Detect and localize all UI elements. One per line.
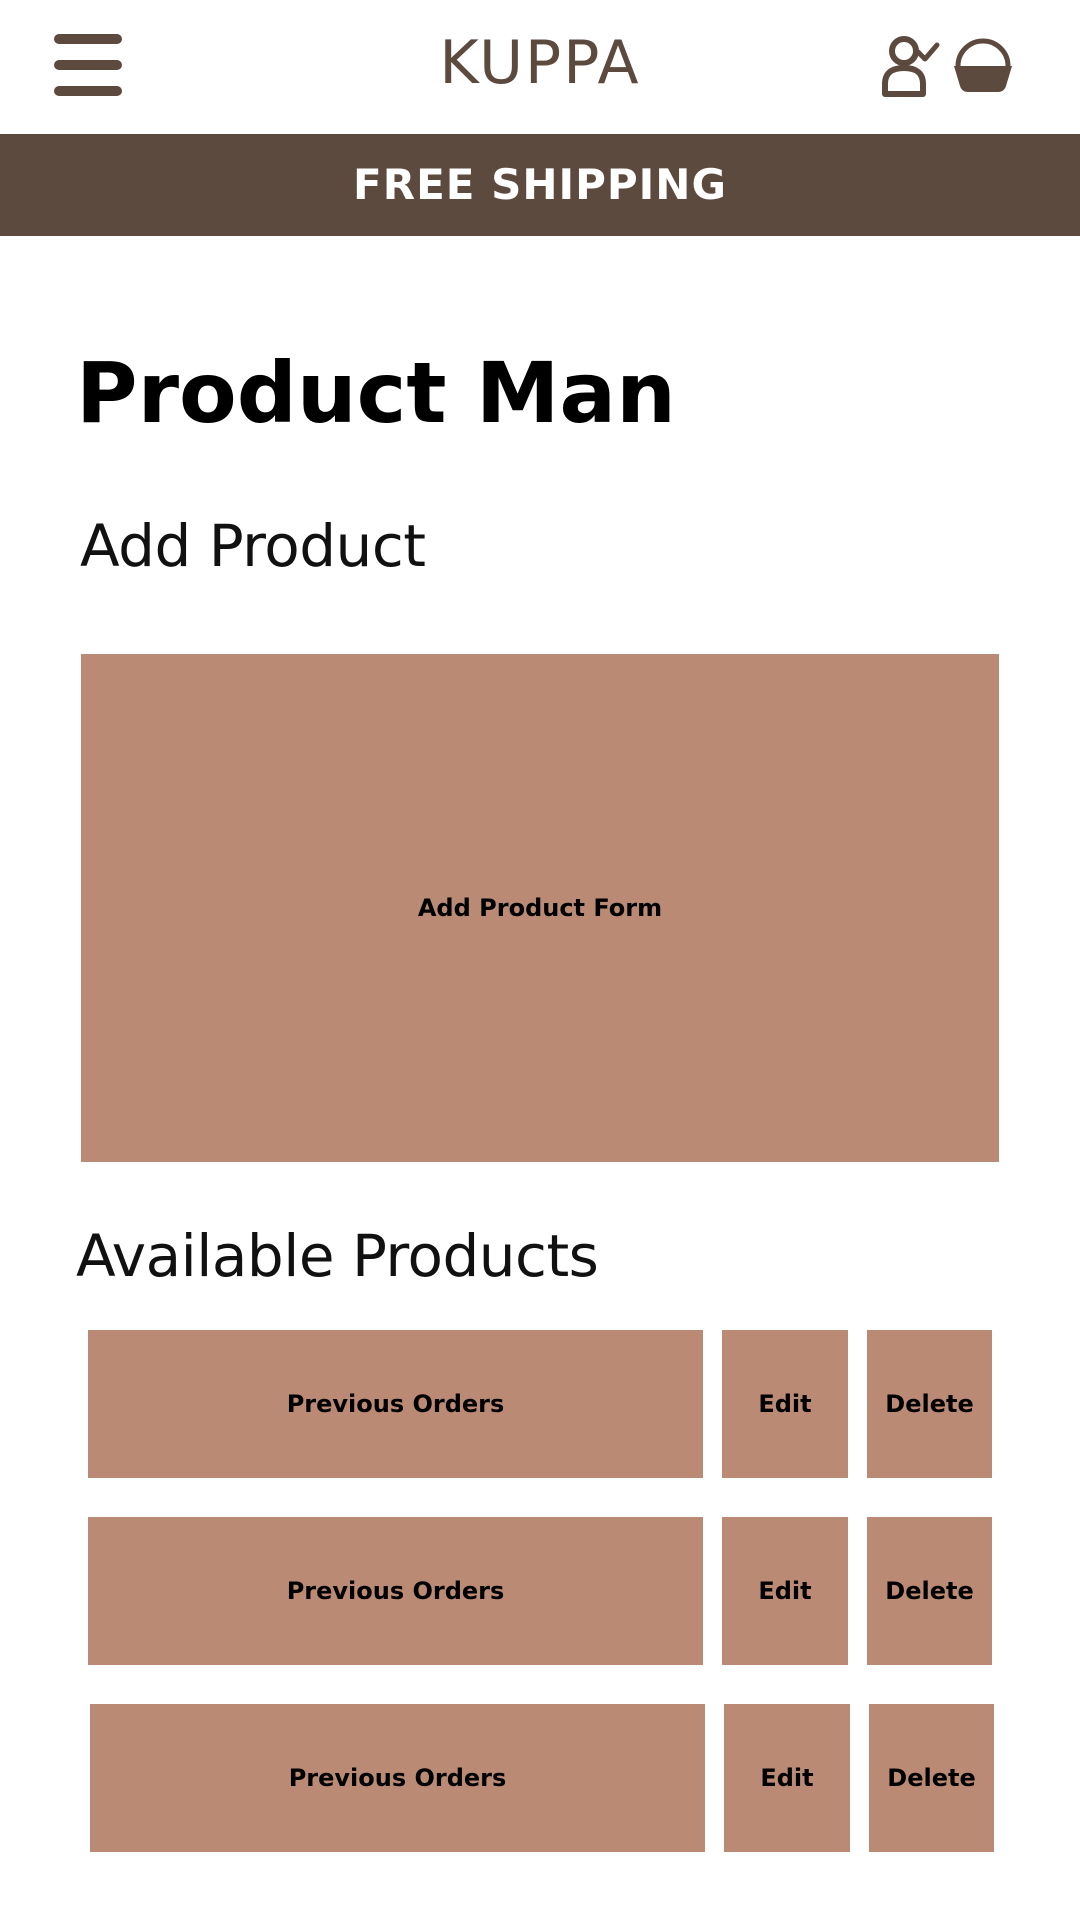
hamburger-menu-icon[interactable] [54, 34, 122, 96]
shipping-banner-text: FREE SHIPPING [353, 160, 727, 209]
add-product-form-label: Add Product Form [417, 894, 663, 922]
shipping-banner: FREE SHIPPING [0, 134, 1080, 236]
top-header: KUPPA [0, 0, 1080, 134]
user-check-icon[interactable] [880, 34, 940, 98]
delete-button[interactable]: Delete [869, 1704, 994, 1852]
edit-button[interactable]: Edit [724, 1704, 850, 1852]
basket-icon[interactable] [952, 34, 1014, 96]
page-title: Product Man [76, 344, 676, 442]
previous-orders-button[interactable]: Previous Orders [90, 1704, 705, 1852]
previous-orders-button[interactable]: Previous Orders [88, 1517, 703, 1665]
product-management-page: KUPPA FREE SHIPPING Product Man Add Prod… [0, 0, 1080, 1920]
previous-orders-button[interactable]: Previous Orders [88, 1330, 703, 1478]
brand-logo[interactable]: KUPPA [340, 28, 740, 98]
edit-button[interactable]: Edit [722, 1330, 848, 1478]
add-product-form[interactable]: Add Product Form [81, 654, 999, 1162]
edit-button[interactable]: Edit [722, 1517, 848, 1665]
menu-bar [54, 34, 122, 44]
available-products-heading: Available Products [76, 1222, 599, 1290]
delete-button[interactable]: Delete [867, 1330, 992, 1478]
add-product-heading: Add Product [80, 512, 426, 580]
delete-button[interactable]: Delete [867, 1517, 992, 1665]
menu-bar [54, 60, 122, 70]
menu-bar [54, 86, 122, 96]
